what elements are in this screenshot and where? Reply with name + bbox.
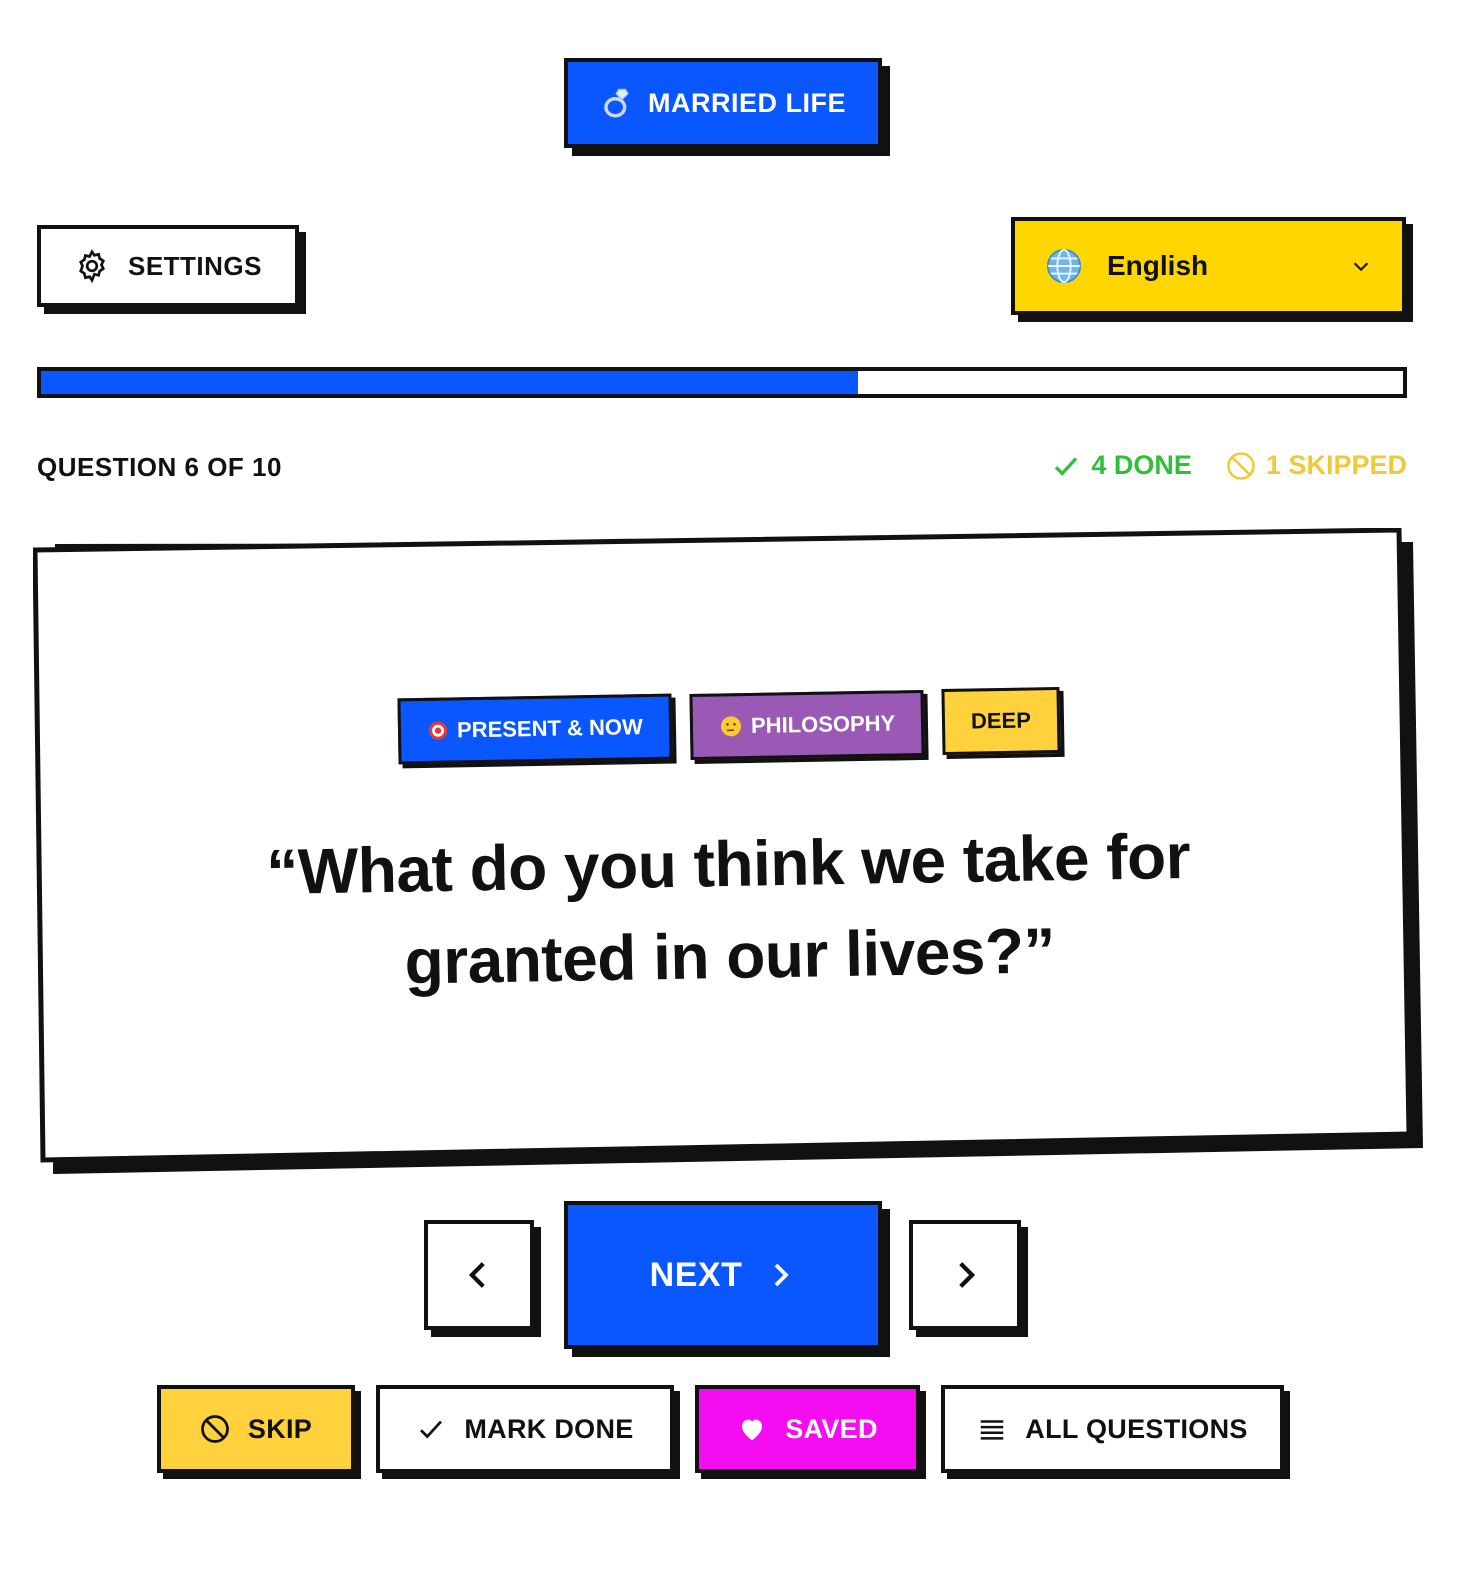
- chevron-down-icon: [1353, 262, 1369, 272]
- all-questions-label: ALL QUESTIONS: [1025, 1413, 1248, 1444]
- mark-done-button[interactable]: MARK DONE: [376, 1385, 674, 1473]
- category-badge: MARRIED LIFE: [564, 58, 882, 148]
- previous-button[interactable]: [424, 1220, 534, 1330]
- tag-list: PRESENT & NOW PHILOSOPHY DEEP: [33, 686, 1425, 765]
- chevron-left-icon: [468, 1262, 485, 1288]
- ban-icon: [201, 1415, 229, 1443]
- skip-label: SKIP: [247, 1413, 313, 1444]
- skip-button[interactable]: SKIP: [157, 1385, 355, 1473]
- question-card: PRESENT & NOW PHILOSOPHY DEEP “What do y…: [33, 528, 1425, 1174]
- tag-philosophy: PHILOSOPHY: [689, 689, 925, 761]
- check-icon: [1055, 456, 1078, 476]
- skipped-count: 1 SKIPPED: [1226, 450, 1407, 481]
- tag-deep: DEEP: [941, 686, 1061, 756]
- list-icon: [981, 1420, 1004, 1440]
- progress-stats: 4 DONE 1 SKIPPED: [1051, 450, 1407, 481]
- question-counter: QUESTION 6 OF 10: [37, 452, 282, 482]
- ban-icon: [1227, 451, 1255, 480]
- language-select[interactable]: English: [1011, 217, 1406, 315]
- target-icon: [428, 721, 448, 740]
- saved-button[interactable]: SAVED: [695, 1385, 920, 1473]
- globe-icon: [1046, 248, 1082, 284]
- chevron-right-icon: [959, 1262, 976, 1288]
- all-questions-button[interactable]: ALL QUESTIONS: [941, 1385, 1284, 1473]
- language-selected: English: [1107, 250, 1209, 281]
- category-label: MARRIED LIFE: [648, 87, 846, 118]
- heart-icon: [742, 1419, 763, 1441]
- tag-label: PRESENT & NOW: [456, 714, 644, 743]
- mark-done-label: MARK DONE: [464, 1413, 634, 1444]
- next-button[interactable]: NEXT: [564, 1201, 882, 1349]
- gear-icon: [79, 249, 105, 284]
- chevron-right-icon: [775, 1263, 789, 1287]
- forward-button[interactable]: [909, 1220, 1021, 1330]
- progress-bar: [37, 367, 1407, 398]
- tag-label: PHILOSOPHY: [750, 710, 896, 738]
- thinking-face-icon: [720, 716, 741, 737]
- question-text: “What do you think we take for granted i…: [265, 819, 1191, 998]
- done-text: 4 DONE: [1091, 450, 1192, 480]
- tag-present-now: PRESENT & NOW: [397, 693, 673, 765]
- next-label: NEXT: [649, 1255, 743, 1294]
- ring-icon: [604, 88, 629, 118]
- done-count: 4 DONE: [1051, 450, 1192, 481]
- skipped-text: 1 SKIPPED: [1265, 450, 1407, 480]
- progress-fill: [41, 371, 859, 394]
- tag-label: DEEP: [970, 707, 1032, 734]
- saved-label: SAVED: [785, 1413, 878, 1444]
- settings-button[interactable]: SETTINGS: [37, 225, 299, 307]
- check-icon: [420, 1420, 443, 1439]
- settings-label: SETTINGS: [127, 250, 262, 281]
